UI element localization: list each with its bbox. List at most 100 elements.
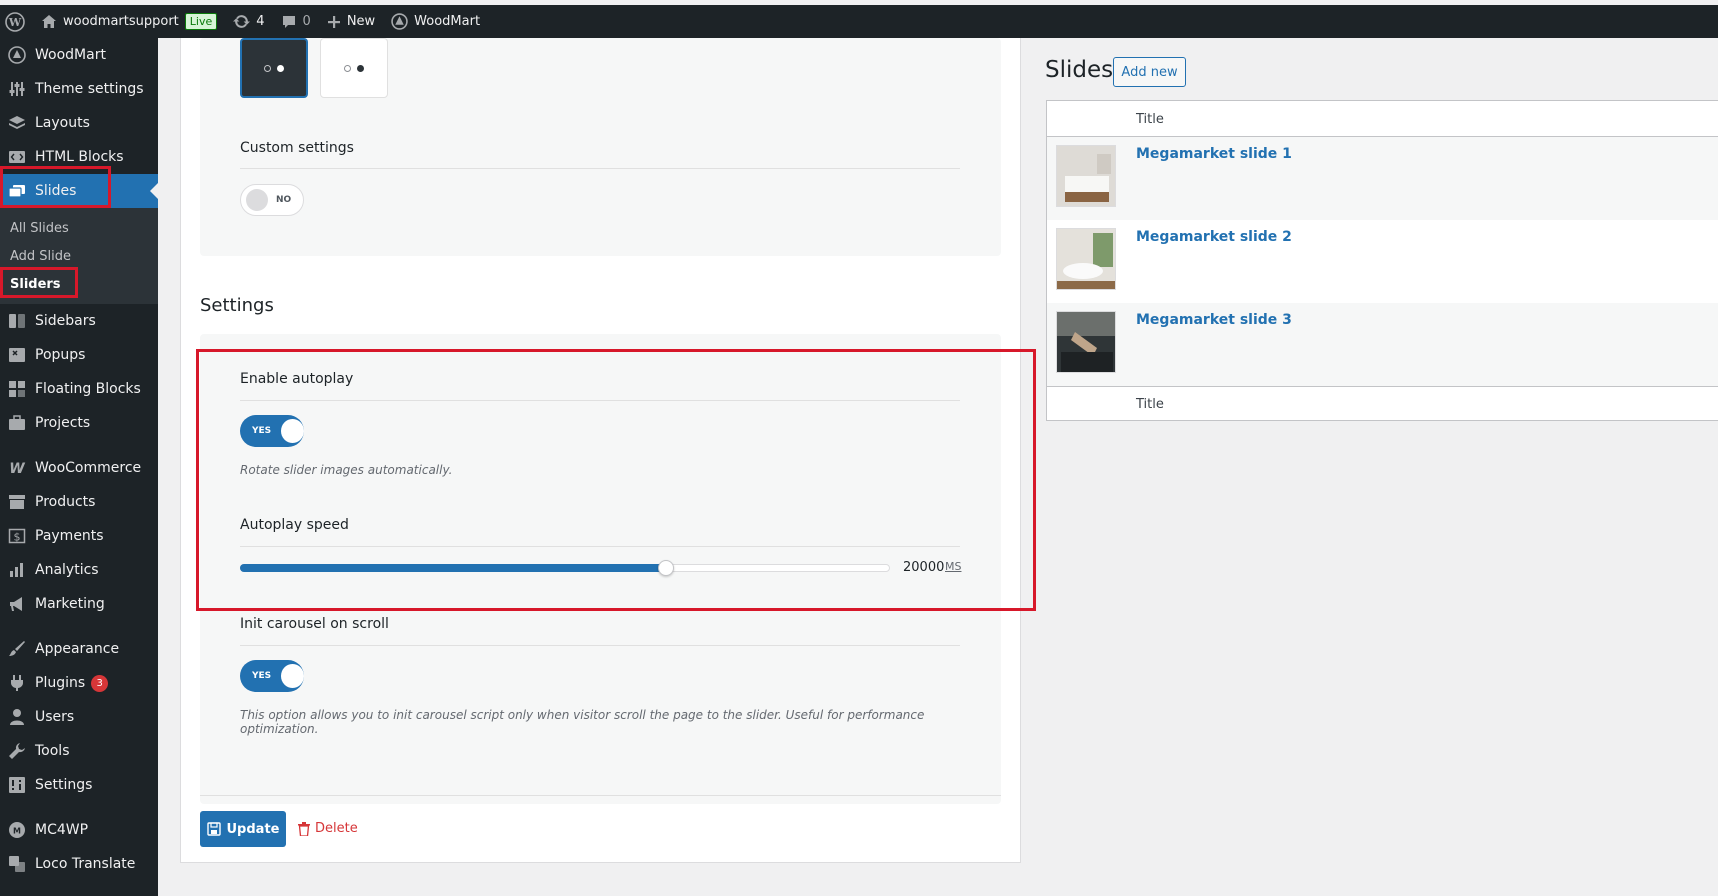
admin-sidebar: WoodMart Theme settings Layouts HTML Blo…	[0, 38, 158, 896]
mc4wp-icon: M	[8, 821, 26, 839]
slide-thumbnail[interactable]	[1056, 145, 1116, 207]
slides-submenu: All Slides Add Slide Sliders	[0, 208, 158, 304]
sidebar-item-plugins[interactable]: Plugins 3	[0, 666, 158, 700]
sidebar-item-marketing[interactable]: Marketing	[0, 587, 158, 621]
submenu-all-slides[interactable]: All Slides	[0, 214, 158, 242]
slide-title-link[interactable]: Megamarket slide 1	[1136, 146, 1292, 162]
wp-logo-button[interactable]: W	[0, 5, 33, 38]
refresh-icon	[233, 15, 251, 28]
woocommerce-icon: W	[8, 459, 26, 477]
custom-settings-toggle[interactable]: NO	[240, 184, 304, 216]
svg-text:W: W	[9, 461, 25, 477]
autoplay-speed-slider-fill	[240, 564, 666, 572]
init-carousel-label: Init carousel on scroll	[240, 616, 389, 632]
svg-text:M: M	[13, 827, 21, 836]
woodmart-icon	[391, 13, 408, 30]
slider-settings-panel: Custom settings NO Settings Enable autop…	[180, 38, 1021, 863]
sidebar-item-settings[interactable]: Settings	[0, 768, 158, 802]
delete-button[interactable]: Delete	[298, 821, 358, 836]
sidebar-item-users[interactable]: Users	[0, 700, 158, 734]
sidebar-item-html-blocks[interactable]: HTML Blocks	[0, 140, 158, 174]
live-badge: Live	[184, 13, 218, 30]
sidebar-item-floating-blocks[interactable]: Floating Blocks	[0, 372, 158, 406]
sidebar-item-slides[interactable]: Slides	[0, 174, 158, 208]
footer-divider	[1047, 386, 1718, 387]
tile-floor-image	[1057, 312, 1115, 372]
sidebar-item-woodmart[interactable]: WoodMart	[0, 38, 158, 72]
sidebar-item-appearance[interactable]: Appearance	[0, 632, 158, 666]
column-title-footer[interactable]: Title	[1136, 397, 1164, 412]
updates-count: 4	[256, 14, 265, 29]
paintbrush-icon	[8, 640, 26, 658]
init-carousel-hint: This option allows you to init carousel …	[240, 708, 925, 736]
admin-bar: W woodmartsupport Live 4 0 New WoodMart	[0, 5, 1718, 38]
sliders-icon	[8, 80, 26, 98]
update-button[interactable]: Update	[200, 811, 286, 847]
translate-icon	[8, 855, 26, 873]
custom-settings-label: Custom settings	[240, 140, 354, 156]
woodmart-icon	[8, 46, 26, 64]
autoplay-speed-label: Autoplay speed	[240, 517, 349, 533]
actions-divider	[200, 795, 1001, 796]
sidebar-item-woocommerce[interactable]: W WooCommerce	[0, 451, 158, 485]
wrench-icon	[8, 742, 26, 760]
dots-style-dark[interactable]	[240, 38, 308, 98]
plugins-update-badge: 3	[91, 674, 109, 692]
slide-title-link[interactable]: Megamarket slide 3	[1136, 312, 1292, 328]
sidebar-item-projects[interactable]: Projects	[0, 406, 158, 440]
svg-text:W: W	[8, 16, 22, 29]
slides-icon	[8, 182, 26, 200]
bar-chart-icon	[8, 561, 26, 579]
svg-text:$: $	[14, 531, 21, 544]
site-name: woodmartsupport	[63, 14, 179, 29]
slide-thumbnail[interactable]	[1056, 311, 1116, 373]
woodmart-menu-link[interactable]: WoodMart	[383, 5, 488, 38]
table-row[interactable]: Megamarket slide 2	[1047, 220, 1718, 303]
settings-card: Enable autoplay YES Rotate slider images…	[200, 334, 1001, 804]
divider	[240, 645, 960, 646]
autoplay-speed-slider-handle[interactable]	[657, 560, 674, 576]
user-icon	[8, 708, 26, 726]
new-label: New	[346, 14, 376, 29]
submenu-add-slide[interactable]: Add Slide	[0, 242, 158, 270]
init-carousel-toggle[interactable]: YES	[240, 660, 304, 692]
slide-thumbnail[interactable]	[1056, 228, 1116, 290]
wordpress-icon: W	[5, 11, 25, 32]
dots-style-light[interactable]	[320, 38, 388, 98]
sidebar-item-theme-settings[interactable]: Theme settings	[0, 72, 158, 106]
new-content-link[interactable]: New	[319, 5, 383, 38]
woodmart-label: WoodMart	[414, 14, 481, 29]
sidebar-item-mc4wp[interactable]: M MC4WP	[0, 813, 158, 847]
sidebar-item-popups[interactable]: Popups	[0, 338, 158, 372]
layers-icon	[8, 114, 26, 132]
table-row[interactable]: Megamarket slide 1	[1047, 137, 1718, 220]
table-row[interactable]: Megamarket slide 3	[1047, 303, 1718, 386]
column-title-header[interactable]: Title	[1136, 112, 1164, 127]
enable-autoplay-label: Enable autoplay	[240, 371, 354, 387]
add-new-slide-button[interactable]: Add new	[1113, 57, 1186, 87]
comments-link[interactable]: 0	[273, 5, 319, 38]
archive-icon	[8, 493, 26, 511]
sidebar-item-analytics[interactable]: Analytics	[0, 553, 158, 587]
divider	[240, 168, 960, 169]
enable-autoplay-toggle[interactable]: YES	[240, 415, 304, 447]
bathtub-image	[1057, 229, 1115, 289]
bathroom-image	[1057, 146, 1115, 206]
sidebar-item-sidebars[interactable]: Sidebars	[0, 304, 158, 338]
site-name-link[interactable]: woodmartsupport Live	[33, 5, 225, 38]
comment-icon	[282, 15, 295, 28]
code-block-icon	[8, 148, 26, 166]
sidebar-item-products[interactable]: Products	[0, 485, 158, 519]
slides-heading: Slides	[1045, 57, 1114, 83]
submenu-sliders[interactable]: Sliders	[0, 270, 158, 298]
sidebar-item-tools[interactable]: Tools	[0, 734, 158, 768]
sidebar-item-loco-translate[interactable]: Loco Translate	[0, 847, 158, 881]
sidebar-item-layouts[interactable]: Layouts	[0, 106, 158, 140]
save-icon	[206, 822, 221, 836]
sidebar-item-payments[interactable]: $ Payments	[0, 519, 158, 553]
autoplay-speed-unit[interactable]: MS	[945, 560, 961, 573]
slide-title-link[interactable]: Megamarket slide 2	[1136, 229, 1292, 245]
briefcase-icon	[8, 414, 26, 432]
updates-link[interactable]: 4	[225, 5, 272, 38]
slides-table: Title Megamarket slide 1 Megamarket slid…	[1046, 100, 1718, 421]
